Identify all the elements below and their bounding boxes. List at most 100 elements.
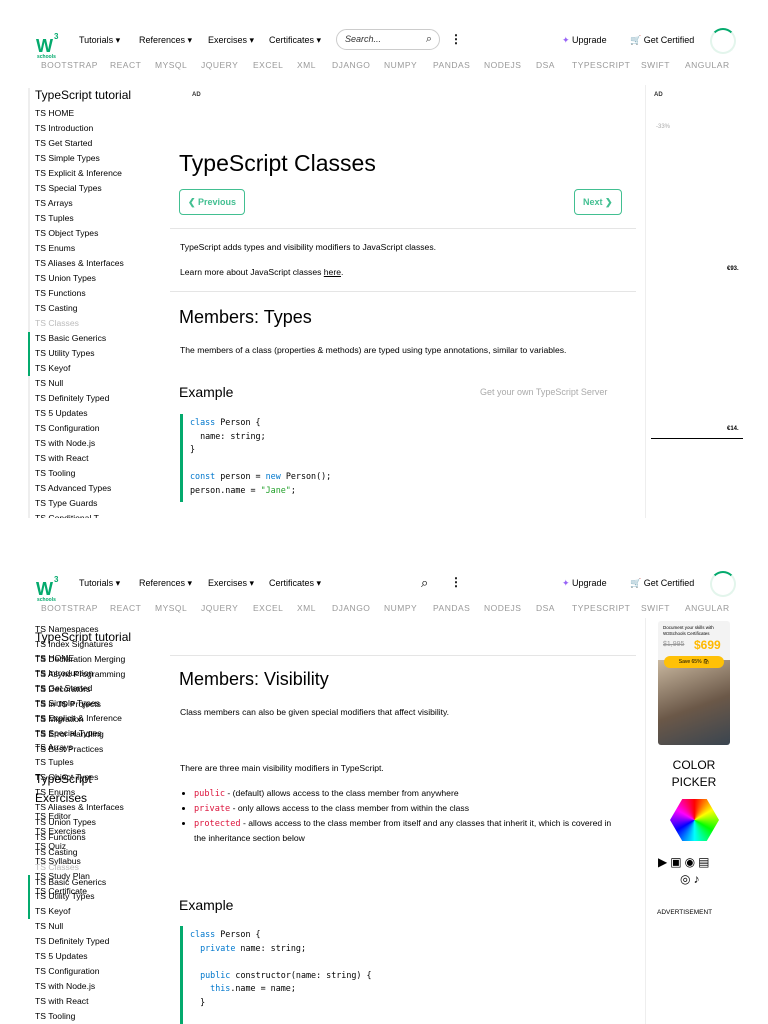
search-icon[interactable]: ⌕ — [421, 575, 428, 591]
upgrade-button[interactable]: ✦ Upgrade — [562, 578, 607, 589]
get-certified-button[interactable]: 🛒 Get Certified — [630, 578, 694, 589]
discord-icon[interactable]: ◉ — [685, 855, 698, 869]
sidebar-item[interactable]: TS Configuration — [35, 423, 100, 433]
sidebar-item[interactable]: TS Null — [35, 921, 63, 931]
search-input[interactable]: Search... ⌕ — [336, 29, 440, 50]
sidebar-item[interactable]: TS Keyof — [35, 363, 70, 373]
sidebar-item[interactable]: TS Arrays — [35, 742, 73, 752]
here-link[interactable]: here — [324, 267, 341, 277]
subnav-mysql[interactable]: MYSQL — [155, 60, 187, 70]
subnav-dsa[interactable]: DSA — [536, 60, 555, 70]
youtube-icon[interactable]: ▶ — [658, 855, 670, 869]
sidebar-item[interactable]: TS with React — [35, 996, 89, 1006]
subnav-nodejs[interactable]: NODEJS — [484, 603, 521, 613]
sidebar-item[interactable]: TS Casting — [35, 847, 78, 857]
subnav-angular[interactable]: ANGULAR — [685, 60, 730, 70]
sidebar-item[interactable]: TS HOME — [35, 108, 74, 118]
sidebar-item[interactable]: TS Union Types — [35, 273, 96, 283]
subnav-bootstrap[interactable]: BOOTSTRAP — [41, 60, 98, 70]
subnav-numpy[interactable]: NUMPY — [384, 60, 417, 70]
sidebar-item[interactable]: TS Get Started — [35, 683, 92, 693]
get-certified-button[interactable]: 🛒 Get Certified — [630, 35, 694, 46]
sidebar-item[interactable]: TS Tooling — [35, 1011, 75, 1021]
nav-tutorials[interactable]: Tutorials ▾ — [79, 578, 120, 589]
subnav-pandas[interactable]: PANDAS — [433, 603, 470, 613]
sidebar-item[interactable]: TS Get Started — [35, 138, 92, 148]
sidebar-item[interactable]: TS Classes — [35, 862, 79, 872]
nav-exercises[interactable]: Exercises ▾ — [208, 578, 254, 589]
color-picker-label[interactable]: COLOR PICKER — [654, 757, 734, 791]
subnav-mysql[interactable]: MYSQL — [155, 603, 187, 613]
sidebar-item[interactable]: TS 5 Updates — [35, 951, 88, 961]
subnav-numpy[interactable]: NUMPY — [384, 603, 417, 613]
sidebar-item[interactable]: TS Aliases & Interfaces — [35, 802, 124, 812]
sidebar-item[interactable]: TS Definitely Typed — [35, 393, 109, 403]
sidebar-item[interactable]: TS with Node.js — [35, 438, 95, 448]
certificate-ad[interactable]: Document your skills with W3Schools Cert… — [658, 621, 730, 745]
subnav-nodejs[interactable]: NODEJS — [484, 60, 521, 70]
sidebar-item[interactable]: TS HOME — [35, 653, 74, 663]
sidebar-item[interactable]: TS Special Types — [35, 183, 102, 193]
sidebar-item[interactable]: TS Arrays — [35, 198, 73, 208]
more-menu-icon[interactable]: ⋮ — [450, 32, 462, 46]
subnav-django[interactable]: DJANGO — [332, 603, 370, 613]
sidebar-item[interactable]: TS Explicit & Inference — [35, 713, 122, 723]
sidebar-item[interactable]: TS with React — [35, 453, 89, 463]
subnav-xml[interactable]: XML — [297, 60, 316, 70]
sidebar-item[interactable]: TS Aliases & Interfaces — [35, 258, 124, 268]
w3schools-logo[interactable]: W 3 schools — [36, 32, 62, 62]
sidebar-item[interactable]: TS Functions — [35, 288, 86, 298]
sidebar-item[interactable]: TS Introduction — [35, 123, 93, 133]
sidebar-item[interactable]: TS Utility Types — [35, 891, 95, 901]
sidebar-item[interactable]: TS Union Types — [35, 817, 96, 827]
more-menu-icon[interactable]: ⋮ — [450, 575, 462, 589]
instagram-icon[interactable]: ◎ — [680, 872, 693, 886]
subnav-react[interactable]: REACT — [110, 60, 141, 70]
sidebar-item[interactable]: TS Tooling — [35, 468, 75, 478]
sidebar-item[interactable]: TS with Node.js — [35, 981, 95, 991]
subnav-excel[interactable]: EXCEL — [253, 603, 283, 613]
sidebar-item[interactable]: TS Simple Types — [35, 698, 100, 708]
subnav-jquery[interactable]: JQUERY — [201, 60, 238, 70]
subnav-django[interactable]: DJANGO — [332, 60, 370, 70]
subnav-excel[interactable]: EXCEL — [253, 60, 283, 70]
nav-references[interactable]: References ▾ — [139, 35, 192, 46]
sidebar-item[interactable]: TS Configuration — [35, 966, 100, 976]
sidebar-item[interactable]: TS Utility Types — [35, 348, 95, 358]
sidebar-item[interactable]: TS Null — [35, 378, 63, 388]
sidebar-item[interactable]: TS Functions — [35, 832, 86, 842]
w3schools-logo[interactable]: W 3 schools — [36, 575, 62, 605]
subnav-typescript[interactable]: TYPESCRIPT — [572, 60, 630, 70]
previous-button[interactable]: ❮ Previous — [179, 189, 246, 215]
subnav-react[interactable]: REACT — [110, 603, 141, 613]
subnav-dsa[interactable]: DSA — [536, 603, 555, 613]
sidebar-item[interactable]: TS Object Types — [35, 228, 98, 238]
sidebar-item[interactable]: TS Casting — [35, 303, 78, 313]
nav-tutorials[interactable]: Tutorials ▾ — [79, 35, 120, 46]
sidebar-item[interactable]: TS 5 Updates — [35, 408, 88, 418]
sidebar-item[interactable]: TS Classes — [35, 318, 79, 328]
sidebar-item[interactable]: TS Definitely Typed — [35, 936, 109, 946]
search-icon[interactable]: ⌕ — [426, 33, 432, 46]
nav-exercises[interactable]: Exercises ▾ — [208, 35, 254, 46]
sidebar-item[interactable]: TS Basic Generics — [35, 877, 106, 887]
sidebar-item[interactable]: TS Object Types — [35, 772, 98, 782]
get-server-link[interactable]: Get your own TypeScript Server — [480, 387, 607, 397]
facebook-icon[interactable]: ▤ — [698, 855, 712, 869]
subnav-swift[interactable]: SWIFT — [641, 60, 670, 70]
save-button[interactable]: Save 65% 🛍 — [664, 656, 724, 668]
sidebar-item[interactable]: TS Enums — [35, 787, 75, 797]
sidebar-item[interactable]: TS Simple Types — [35, 153, 100, 163]
sidebar-item[interactable]: TS Keyof — [35, 906, 70, 916]
sidebar-item[interactable]: TS Special Types — [35, 728, 102, 738]
sidebar-item[interactable]: TS Explicit & Inference — [35, 168, 122, 178]
sidebar-item[interactable]: TS Enums — [35, 243, 75, 253]
nav-references[interactable]: References ▾ — [139, 578, 192, 589]
sidebar-item[interactable]: TS Introduction — [35, 668, 93, 678]
subnav-bootstrap[interactable]: BOOTSTRAP — [41, 603, 98, 613]
linkedin-icon[interactable]: ▣ — [670, 855, 684, 869]
sidebar-item[interactable]: TS Type Guards — [35, 498, 97, 508]
subnav-xml[interactable]: XML — [297, 603, 316, 613]
subnav-pandas[interactable]: PANDAS — [433, 60, 470, 70]
sidebar-item[interactable]: TS Tuples — [35, 213, 74, 223]
